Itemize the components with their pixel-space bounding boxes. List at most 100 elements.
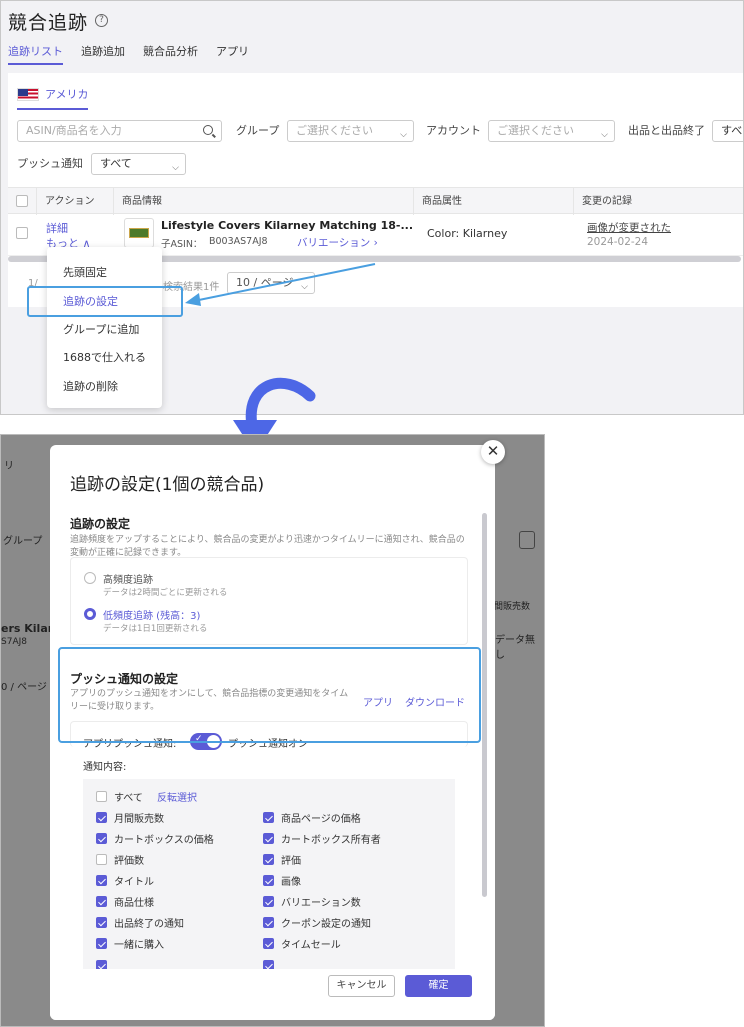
bg-text: データ無し: [495, 635, 535, 661]
bg-text: リ: [4, 461, 14, 472]
high-frequency-label: 高頻度追跡: [103, 575, 153, 586]
row-checkbox[interactable]: [16, 227, 28, 239]
notify-label: 評価数: [114, 856, 144, 867]
notify-checkbox[interactable]: [263, 812, 274, 823]
push-filter-label: プッシュ通知: [17, 157, 83, 170]
select-all-checkbox[interactable]: [96, 791, 107, 802]
notify-label: 一緒に購入: [114, 940, 164, 951]
notify-checkbox[interactable]: [96, 875, 107, 886]
account-label: アカウント: [426, 124, 481, 137]
tab-app[interactable]: アプリ: [216, 43, 249, 65]
tab-competitor-analysis[interactable]: 競合品分析: [143, 43, 198, 65]
bg-text: S7AJ8: [1, 637, 27, 647]
modal-scrollbar[interactable]: [482, 513, 487, 897]
col-product-attr: 商品属性: [414, 188, 574, 215]
cancel-button[interactable]: キャンセル: [328, 975, 395, 997]
help-icon[interactable]: ?: [95, 14, 108, 27]
track-section-title: 追跡の設定: [70, 517, 131, 531]
notify-label: 月間販売数: [114, 814, 164, 825]
notify-label: 画像: [281, 877, 301, 888]
us-flag-icon: [17, 87, 39, 101]
country-tab-us[interactable]: アメリカ: [17, 86, 89, 110]
select-all-label: すべて: [114, 793, 143, 804]
invert-selection-link[interactable]: 反転選択: [157, 789, 197, 804]
page-title: 競合追跡: [8, 12, 89, 34]
product-attribute: Color: Kilarney: [427, 227, 508, 240]
main-tabs: 追跡リスト 追跡追加 競合品分析 アプリ: [8, 43, 249, 65]
search-input[interactable]: ASIN/商品名を入力: [17, 120, 222, 142]
notify-label: タイムセール: [281, 940, 341, 951]
low-frequency-sub: データは1日1回更新される: [103, 624, 208, 634]
menu-delete-tracking[interactable]: 追跡の削除: [63, 378, 118, 394]
change-link[interactable]: 画像が変更された: [587, 220, 671, 235]
group-label: グループ: [236, 124, 280, 137]
chevron-down-icon: ⌵: [601, 130, 608, 140]
notify-checkbox[interactable]: [263, 896, 274, 907]
notify-checkbox[interactable]: [263, 875, 274, 886]
listing-label: 出品と出品終了: [628, 124, 705, 137]
chevron-down-icon: ⌵: [172, 163, 179, 173]
notify-checkbox[interactable]: [263, 938, 274, 949]
col-product-info: 商品情報: [114, 188, 414, 215]
search-icon: [203, 125, 213, 135]
bg-text: 0 / ページ: [1, 682, 47, 693]
frequency-options: 高頻度追跡 データは2時間ごとに更新される 低頻度追跡 (残高：3) データは1…: [70, 557, 468, 645]
notify-checkbox[interactable]: [96, 854, 107, 865]
modal-title: 追跡の設定(1個の競合品): [70, 475, 265, 495]
close-icon[interactable]: ✕: [481, 440, 505, 464]
notify-label: タイトル: [114, 877, 154, 888]
detail-link[interactable]: 詳細: [46, 220, 68, 236]
notify-label: カートボックス所有者: [281, 835, 381, 846]
notify-checkbox[interactable]: [96, 812, 107, 823]
asin-value: B003AS7AJ8: [209, 236, 268, 247]
notify-label: バリエーション数: [281, 898, 361, 909]
chevron-down-icon: ⌵: [301, 282, 308, 292]
product-thumbnail: [124, 218, 154, 248]
high-frequency-sub: データは2時間ごとに更新される: [103, 588, 228, 598]
confirm-button[interactable]: 確定: [405, 975, 472, 997]
notify-label: 評価: [281, 856, 301, 867]
radio-high-frequency[interactable]: [84, 572, 96, 584]
notify-checkbox[interactable]: [96, 938, 107, 949]
notify-label: カートボックスの価格: [114, 835, 214, 846]
menu-buy-1688[interactable]: 1688で仕入れる: [63, 349, 146, 365]
push-filter-select[interactable]: すべて ⌵: [91, 153, 186, 175]
group-select[interactable]: ご選択ください ⌵: [287, 120, 414, 142]
notify-label: 出品終了の通知: [114, 919, 184, 930]
menu-add-to-group[interactable]: グループに追加: [63, 321, 139, 337]
col-action: アクション: [37, 188, 114, 215]
variation-link[interactable]: バリエーション ›: [297, 235, 378, 250]
notify-checkbox[interactable]: [263, 854, 274, 865]
highlight-box: [58, 647, 481, 743]
notify-checkbox[interactable]: [96, 917, 107, 928]
select-all-checkbox[interactable]: [16, 195, 28, 207]
notify-checkbox[interactable]: [263, 917, 274, 928]
notify-content-label: 通知内容:: [83, 762, 127, 773]
low-frequency-label: 低頻度追跡 (残高：3): [103, 611, 201, 622]
notify-checkbox[interactable]: [96, 833, 107, 844]
tab-add-tracking[interactable]: 追跡追加: [81, 43, 125, 65]
menu-pin-top[interactable]: 先頭固定: [63, 264, 107, 280]
account-select[interactable]: ご選択ください ⌵: [488, 120, 615, 142]
col-change-log: 変更の記録: [582, 196, 632, 207]
bg-text: グループ: [3, 536, 43, 547]
more-menu: 先頭固定 追跡の設定 グループに追加 1688で仕入れる 追跡の削除: [47, 247, 162, 408]
notify-checkbox[interactable]: [263, 833, 274, 844]
table-header: アクション 商品情報 商品属性 変更の記録: [8, 187, 743, 215]
country-label: アメリカ: [45, 88, 89, 101]
change-date: 2024-02-24: [587, 236, 649, 248]
top-screenshot: 競合追跡 ? 追跡リスト 追跡追加 競合品分析 アプリ アメリカ ASIN/商品…: [0, 0, 744, 415]
page-size-select[interactable]: 10 / ページ ⌵: [227, 272, 315, 294]
tab-tracking-list[interactable]: 追跡リスト: [8, 43, 63, 65]
product-name[interactable]: Lifestyle Covers Kilarney Matching 18-..…: [161, 219, 413, 232]
listing-select[interactable]: すべ: [712, 120, 743, 142]
notify-checkbox[interactable]: [96, 896, 107, 907]
notify-label: クーポン設定の通知: [281, 919, 371, 930]
radio-low-frequency[interactable]: [84, 608, 96, 620]
notify-label: 商品仕様: [114, 898, 154, 909]
bottom-screenshot: リ グループ ers Kilarne S7AJ8 0 / ページ 間販売数 デー…: [0, 434, 545, 1027]
notify-options: すべて 反転選択 月間販売数 商品ページの価格 カートボックスの価格 カートボッ…: [83, 779, 455, 969]
notify-label: 商品ページの価格: [281, 814, 361, 825]
highlight-box: [27, 286, 183, 317]
chevron-down-icon: ⌵: [400, 130, 407, 140]
